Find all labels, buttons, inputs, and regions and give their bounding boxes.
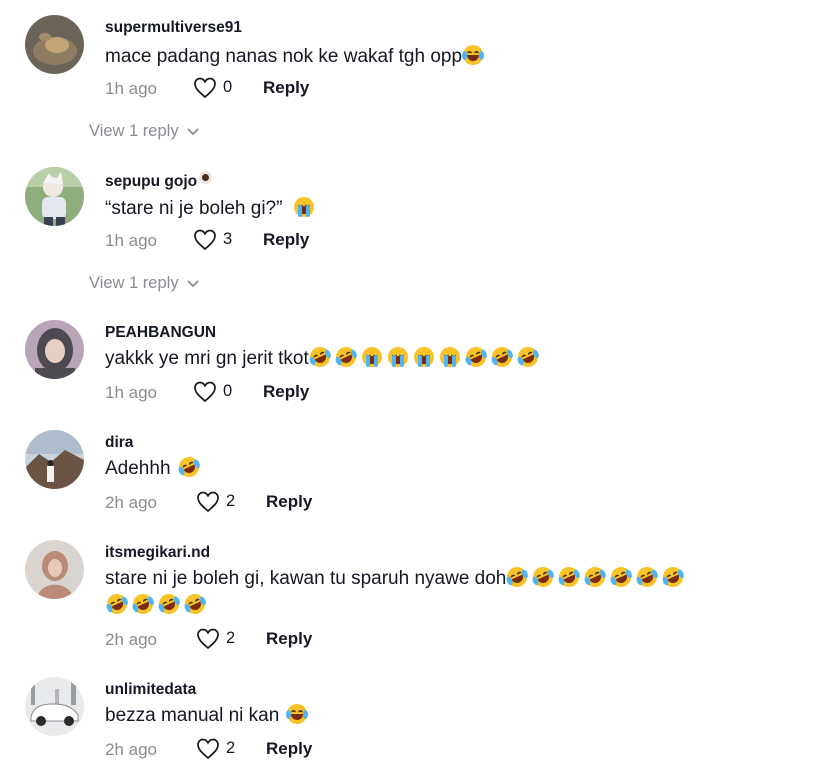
coffee-icon xyxy=(199,171,213,184)
timestamp: 2h ago xyxy=(105,740,157,759)
avatar[interactable] xyxy=(25,320,84,379)
tears-of-joy-emoji-icon xyxy=(462,45,485,65)
heart-icon[interactable] xyxy=(196,628,222,650)
loudly-crying-emoji-icon xyxy=(387,347,408,367)
avatar[interactable] xyxy=(25,677,84,736)
username[interactable]: PEAHBANGUN xyxy=(105,324,216,342)
heart-icon[interactable] xyxy=(196,491,222,513)
reply-button[interactable]: Reply xyxy=(263,78,309,98)
timestamp: 1h ago xyxy=(105,79,157,98)
rofl-emoji-icon xyxy=(332,343,360,371)
loudly-crying-emoji-icon xyxy=(361,347,382,367)
comment-text: mace padang nanas nok ke wakaf tgh opp xyxy=(105,43,805,70)
like-count: 0 xyxy=(223,382,233,400)
reply-button[interactable]: Reply xyxy=(266,739,312,759)
heart-icon[interactable] xyxy=(193,381,219,403)
loudly-crying-emoji-icon xyxy=(439,347,460,367)
rofl-emoji-icon xyxy=(155,590,183,618)
rofl-emoji-icon xyxy=(556,563,583,591)
rofl-emoji-icon xyxy=(306,343,334,371)
rofl-emoji-icon xyxy=(175,453,202,481)
tears-of-joy-emoji-icon xyxy=(286,704,309,724)
like-count: 2 xyxy=(226,629,236,647)
comment-text: bezza manual ni kan xyxy=(105,702,805,729)
comment-actions: 2h ago 2 Reply xyxy=(105,491,605,515)
username[interactable]: supermultiverse91 xyxy=(105,19,242,37)
rofl-emoji-icon xyxy=(660,563,687,591)
reply-button[interactable]: Reply xyxy=(266,492,312,512)
chevron-down-icon xyxy=(186,279,199,287)
comment-text: yakkk ye mri gn jerit tkot xyxy=(105,343,805,372)
comment-actions: 1h ago 3 Reply xyxy=(105,229,605,253)
rofl-emoji-icon xyxy=(504,563,531,591)
heart-icon[interactable] xyxy=(193,229,219,251)
avatar[interactable] xyxy=(25,15,84,74)
reply-button[interactable]: Reply xyxy=(266,629,312,649)
comment-text: stare ni je boleh gi, kawan tu sparuh ny… xyxy=(103,563,805,619)
timestamp: 2h ago xyxy=(105,630,157,649)
avatar[interactable] xyxy=(25,167,84,226)
comment-text: Adehhh xyxy=(105,453,805,482)
timestamp: 1h ago xyxy=(105,383,157,402)
username[interactable]: unlimitedata xyxy=(105,681,196,699)
heart-icon[interactable] xyxy=(196,738,222,760)
heart-icon[interactable] xyxy=(193,77,219,99)
comment-actions: 2h ago 2 Reply xyxy=(105,738,605,762)
like-count: 2 xyxy=(226,492,236,510)
loudly-crying-emoji-icon xyxy=(294,197,315,217)
like-count: 0 xyxy=(223,78,233,96)
timestamp: 2h ago xyxy=(105,493,157,512)
username[interactable]: dira xyxy=(105,434,133,452)
avatar[interactable] xyxy=(25,430,84,489)
like-count: 2 xyxy=(226,739,236,757)
rofl-emoji-icon xyxy=(462,343,490,371)
rofl-emoji-icon xyxy=(582,563,609,591)
comment-actions: 2h ago 2 Reply xyxy=(105,628,605,652)
chevron-down-icon xyxy=(186,127,199,135)
view-replies-button[interactable]: View 1 reply xyxy=(89,122,199,141)
reply-button[interactable]: Reply xyxy=(263,230,309,250)
timestamp: 1h ago xyxy=(105,231,157,250)
reply-button[interactable]: Reply xyxy=(263,382,309,402)
comment-actions: 1h ago 0 Reply xyxy=(105,77,605,101)
rofl-emoji-icon xyxy=(181,590,209,618)
username[interactable]: itsmegikari.nd xyxy=(105,544,210,562)
comment-text: “stare ni je boleh gi?” xyxy=(105,195,805,222)
rofl-emoji-icon xyxy=(608,563,635,591)
rofl-emoji-icon xyxy=(103,590,131,618)
rofl-emoji-icon xyxy=(514,343,542,371)
rofl-emoji-icon xyxy=(129,590,157,618)
view-replies-button[interactable]: View 1 reply xyxy=(89,274,199,293)
comment-actions: 1h ago 0 Reply xyxy=(105,381,605,405)
rofl-emoji-icon xyxy=(530,563,557,591)
like-count: 3 xyxy=(223,230,233,248)
avatar[interactable] xyxy=(25,540,84,599)
username[interactable]: sepupu gojo xyxy=(105,171,213,191)
rofl-emoji-icon xyxy=(488,343,516,371)
rofl-emoji-icon xyxy=(634,563,661,591)
loudly-crying-emoji-icon xyxy=(413,347,434,367)
